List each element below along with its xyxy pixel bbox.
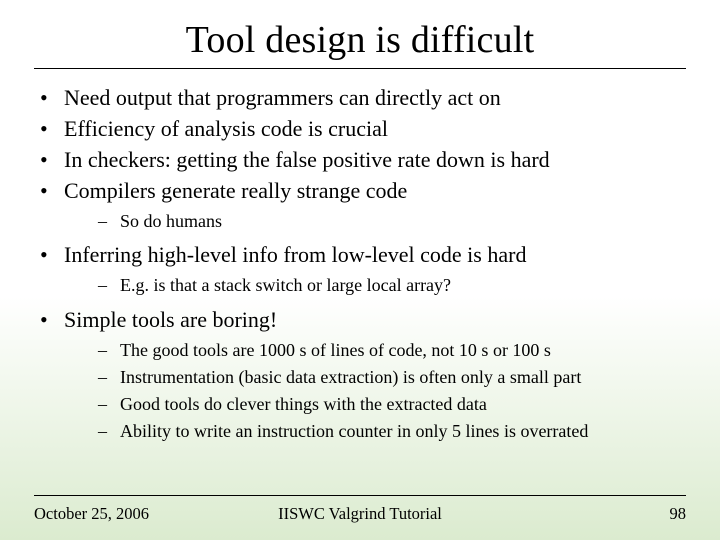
bullet-text: Simple tools are boring!: [64, 307, 277, 332]
bullet-item: Simple tools are boring! The good tools …: [34, 305, 686, 445]
slide-footer: October 25, 2006 IISWC Valgrind Tutorial…: [34, 495, 686, 524]
bullet-item: In checkers: getting the false positive …: [34, 145, 686, 174]
bullet-list: Need output that programmers can directl…: [34, 83, 686, 444]
bullet-item: Efficiency of analysis code is crucial: [34, 114, 686, 143]
bullet-item: Need output that programmers can directl…: [34, 83, 686, 112]
footer-date: October 25, 2006: [34, 504, 149, 524]
slide-title: Tool design is difficult: [34, 18, 686, 62]
bullet-item: Compilers generate really strange code S…: [34, 176, 686, 234]
sub-item: The good tools are 1000 s of lines of co…: [64, 338, 686, 363]
sub-item: Good tools do clever things with the ext…: [64, 392, 686, 417]
bullet-text: Inferring high-level info from low-level…: [64, 242, 526, 267]
sub-item: Instrumentation (basic data extraction) …: [64, 365, 686, 390]
footer-page-number: 98: [670, 504, 687, 524]
sub-list: So do humans: [64, 209, 686, 234]
sub-item: Ability to write an instruction counter …: [64, 419, 686, 444]
sub-item: So do humans: [64, 209, 686, 234]
bullet-item: Inferring high-level info from low-level…: [34, 240, 686, 298]
sub-item: E.g. is that a stack switch or large loc…: [64, 273, 686, 298]
sub-list: E.g. is that a stack switch or large loc…: [64, 273, 686, 298]
bullet-text: Compilers generate really strange code: [64, 178, 407, 203]
title-rule: [34, 68, 686, 69]
sub-list: The good tools are 1000 s of lines of co…: [64, 338, 686, 445]
